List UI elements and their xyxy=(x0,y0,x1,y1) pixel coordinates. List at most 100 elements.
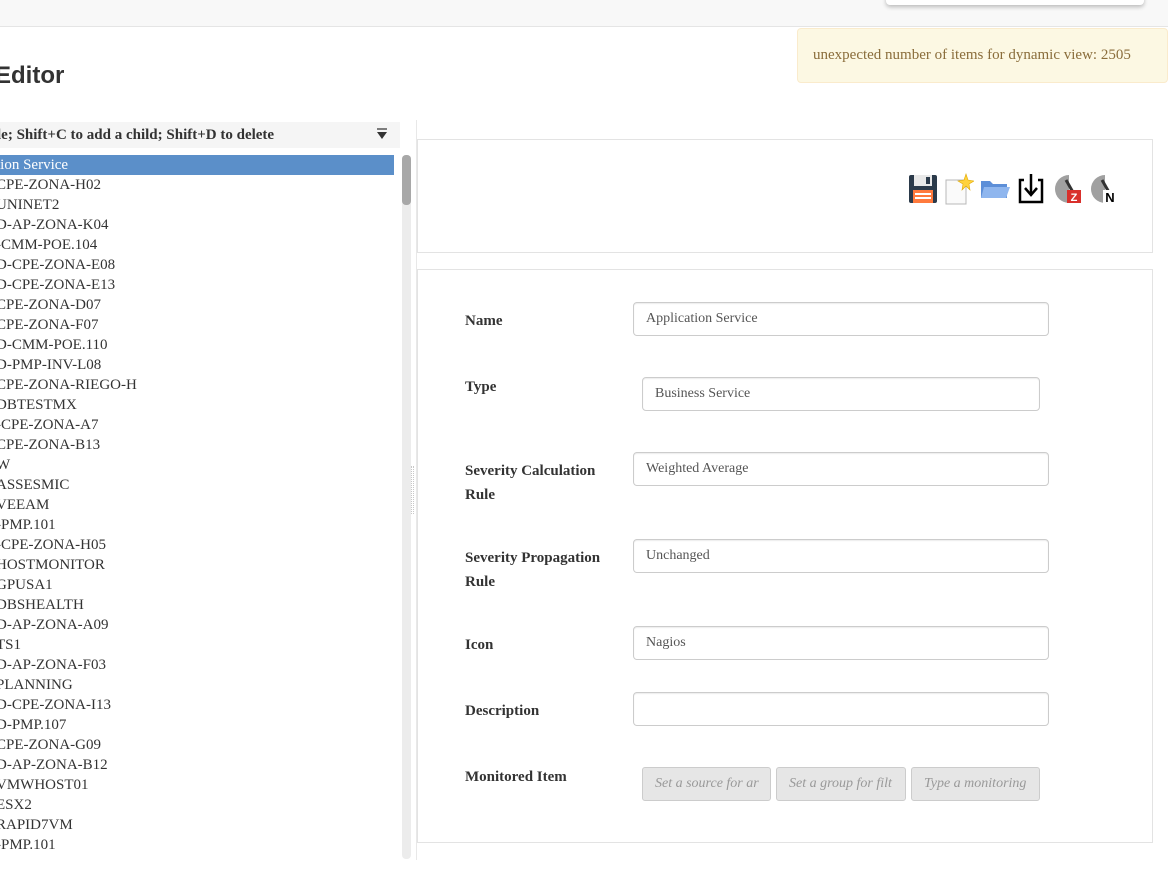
tree-item[interactable]: ASSESMIC xyxy=(0,475,394,495)
tree-list[interactable]: tion Service CPE-ZONA-H02 UNINET2 D-AP-ZONA… xyxy=(0,155,400,858)
tree-item-label: RAPID7VM xyxy=(0,817,73,833)
severity-prop-select[interactable]: Unchanged xyxy=(633,539,1049,573)
monitored-monitoring-input[interactable]: Type a monitoring xyxy=(911,767,1040,801)
tree-item-label: DBSHEALTH xyxy=(0,597,84,613)
caret-down-icon[interactable] xyxy=(375,127,389,141)
nagios-z-icon[interactable]: Z xyxy=(1052,172,1084,206)
tree-item-label: D-CMM-POE.110 xyxy=(0,337,108,353)
tree-item[interactable]: D-AP-ZONA-F03 xyxy=(0,655,394,675)
monitored-source-input[interactable]: Set a source for ar xyxy=(642,767,771,801)
tree-item-label: D-PMP-INV-L08 xyxy=(0,357,102,373)
severity-calc-select[interactable]: Weighted Average xyxy=(633,452,1049,486)
tree-item-label: tion Service xyxy=(0,157,69,173)
tree-item[interactable]: -PMP.101 xyxy=(0,515,394,535)
tree-item[interactable]: -CPE-ZONA-A7 xyxy=(0,415,394,435)
tree-item-label: CPE-ZONA-B13 xyxy=(0,437,101,453)
tree-item-label: -CPE-ZONA-H05 xyxy=(0,537,106,553)
tree-item[interactable]: D-CPE-ZONA-I13 xyxy=(0,695,394,715)
tree-item[interactable]: VEEAM xyxy=(0,495,394,515)
tree-item[interactable]: -CPE-ZONA-H05 xyxy=(0,535,394,555)
tree-item-label: VEEAM xyxy=(0,497,50,513)
tree-item-label: D-AP-ZONA-K04 xyxy=(0,217,109,233)
tree-item-label: D-CPE-ZONA-I13 xyxy=(0,697,111,713)
tree-item-label: TS1 xyxy=(0,637,22,653)
new-icon[interactable] xyxy=(942,172,974,206)
tree-item-label: D-CPE-ZONA-E13 xyxy=(0,277,116,293)
tree-item[interactable]: CPE-ZONA-B13 xyxy=(0,435,394,455)
tree-item[interactable]: TS1 xyxy=(0,635,394,655)
tree-item-label: D-CPE-ZONA-E08 xyxy=(0,257,116,273)
severity-prop-label: Severity Propagation xyxy=(465,550,601,566)
pane-splitter-handle[interactable] xyxy=(411,466,414,514)
tree-item[interactable]: tion Service xyxy=(0,155,394,175)
tree-item[interactable]: -PMP.101 xyxy=(0,835,394,855)
severity-calc-label: Severity Calculation xyxy=(465,463,596,479)
tree-item-label: -CPE-ZONA-A7 xyxy=(0,417,99,433)
svg-text:N: N xyxy=(1105,190,1114,205)
tree-item[interactable]: D-CPE-ZONA-E08 xyxy=(0,255,394,275)
tree-item[interactable]: D-CMM-POE.110 xyxy=(0,335,394,355)
tree-item[interactable]: D-AP-ZONA-A09 xyxy=(0,615,394,635)
tree-item-label: GPUSA1 xyxy=(0,577,53,593)
tree-item-label: PLANNING xyxy=(0,677,73,693)
tree-item[interactable]: W xyxy=(0,455,394,475)
export-icon[interactable] xyxy=(1015,172,1047,206)
tree-item-label: D-PMP.107 xyxy=(0,717,67,733)
monitored-group-input[interactable]: Set a group for filt xyxy=(776,767,906,801)
tree-item[interactable]: DBTESTMX xyxy=(0,395,394,415)
tree-item[interactable]: CPE-ZONA-D07 xyxy=(0,295,394,315)
tree-item[interactable]: VMWHOST01 xyxy=(0,775,394,795)
tree-item[interactable]: PLANNING xyxy=(0,675,394,695)
tree-item-label: UNINET2 xyxy=(0,197,60,213)
icon-label: Icon xyxy=(465,637,494,653)
tree-item-label: VMWHOST01 xyxy=(0,777,89,793)
icon-select[interactable]: Nagios xyxy=(633,626,1049,660)
warning-alert: unexpected number of items for dynamic v… xyxy=(797,28,1168,83)
page-title: Editor xyxy=(0,62,65,89)
svg-text:Z: Z xyxy=(1071,192,1078,204)
tree-item[interactable]: RAPID7VM xyxy=(0,815,394,835)
tree-item-label: DBTESTMX xyxy=(0,397,77,413)
tree-item-label: CPE-ZONA-D07 xyxy=(0,297,101,313)
tree-item-label: HOSTMONITOR xyxy=(0,557,105,573)
save-icon[interactable] xyxy=(907,172,939,206)
tree-hint-bar: le; Shift+C to add a child; Shift+D to d… xyxy=(0,122,400,148)
tree-item[interactable]: CPE-ZONA-H02 xyxy=(0,175,394,195)
severity-prop-label-rule: Rule xyxy=(465,574,495,590)
scrollbar-thumb[interactable] xyxy=(402,155,411,205)
type-label: Type xyxy=(465,379,497,395)
tree-item-label: CPE-ZONA-F07 xyxy=(0,317,99,333)
tree-item[interactable]: D-AP-ZONA-K04 xyxy=(0,215,394,235)
tree-item[interactable]: CPE-ZONA-G09 xyxy=(0,735,394,755)
tree-item[interactable]: -CMM-POE.104 xyxy=(0,235,394,255)
tree-item-label: -PMP.101 xyxy=(0,517,56,533)
tree-item[interactable]: D-CPE-ZONA-E13 xyxy=(0,275,394,295)
tree-item[interactable]: D-AP-ZONA-B12 xyxy=(0,755,394,775)
tree-scrollbar[interactable] xyxy=(402,155,411,859)
tree-item[interactable]: D-PMP-INV-L08 xyxy=(0,355,394,375)
tree-item[interactable]: UNINET2 xyxy=(0,195,394,215)
tree-item-label: -CMM-POE.104 xyxy=(0,237,98,253)
tree-item-label: D-AP-ZONA-B12 xyxy=(0,757,108,773)
name-label: Name xyxy=(465,313,503,329)
tree-item[interactable]: DBSHEALTH xyxy=(0,595,394,615)
severity-calc-label-rule: Rule xyxy=(465,487,495,503)
tree-item[interactable]: D-PMP.107 xyxy=(0,715,394,735)
dropdown-popup-edge xyxy=(886,0,1144,5)
tree-item[interactable]: ESX2 xyxy=(0,795,394,815)
tree-item[interactable]: HOSTMONITOR xyxy=(0,555,394,575)
tree-item[interactable]: GPUSA1 xyxy=(0,575,394,595)
tree-item-label: D-AP-ZONA-F03 xyxy=(0,657,106,673)
tree-item-label: CPE-ZONA-G09 xyxy=(0,737,101,753)
tree-item-label: ASSESMIC xyxy=(0,477,70,493)
tree-item[interactable]: CPE-ZONA-F07 xyxy=(0,315,394,335)
tree-item-label: CPE-ZONA-H02 xyxy=(0,177,101,193)
type-select[interactable]: Business Service xyxy=(642,377,1040,411)
description-input[interactable] xyxy=(633,692,1049,726)
nagios-n-icon[interactable]: N xyxy=(1088,172,1120,206)
open-folder-icon[interactable] xyxy=(979,172,1011,206)
tree-item[interactable]: CPE-ZONA-RIEGO-H xyxy=(0,375,394,395)
tree-hint-text: le; Shift+C to add a child; Shift+D to d… xyxy=(0,127,275,143)
description-label: Description xyxy=(465,703,540,719)
name-input[interactable]: Application Service xyxy=(633,302,1049,336)
